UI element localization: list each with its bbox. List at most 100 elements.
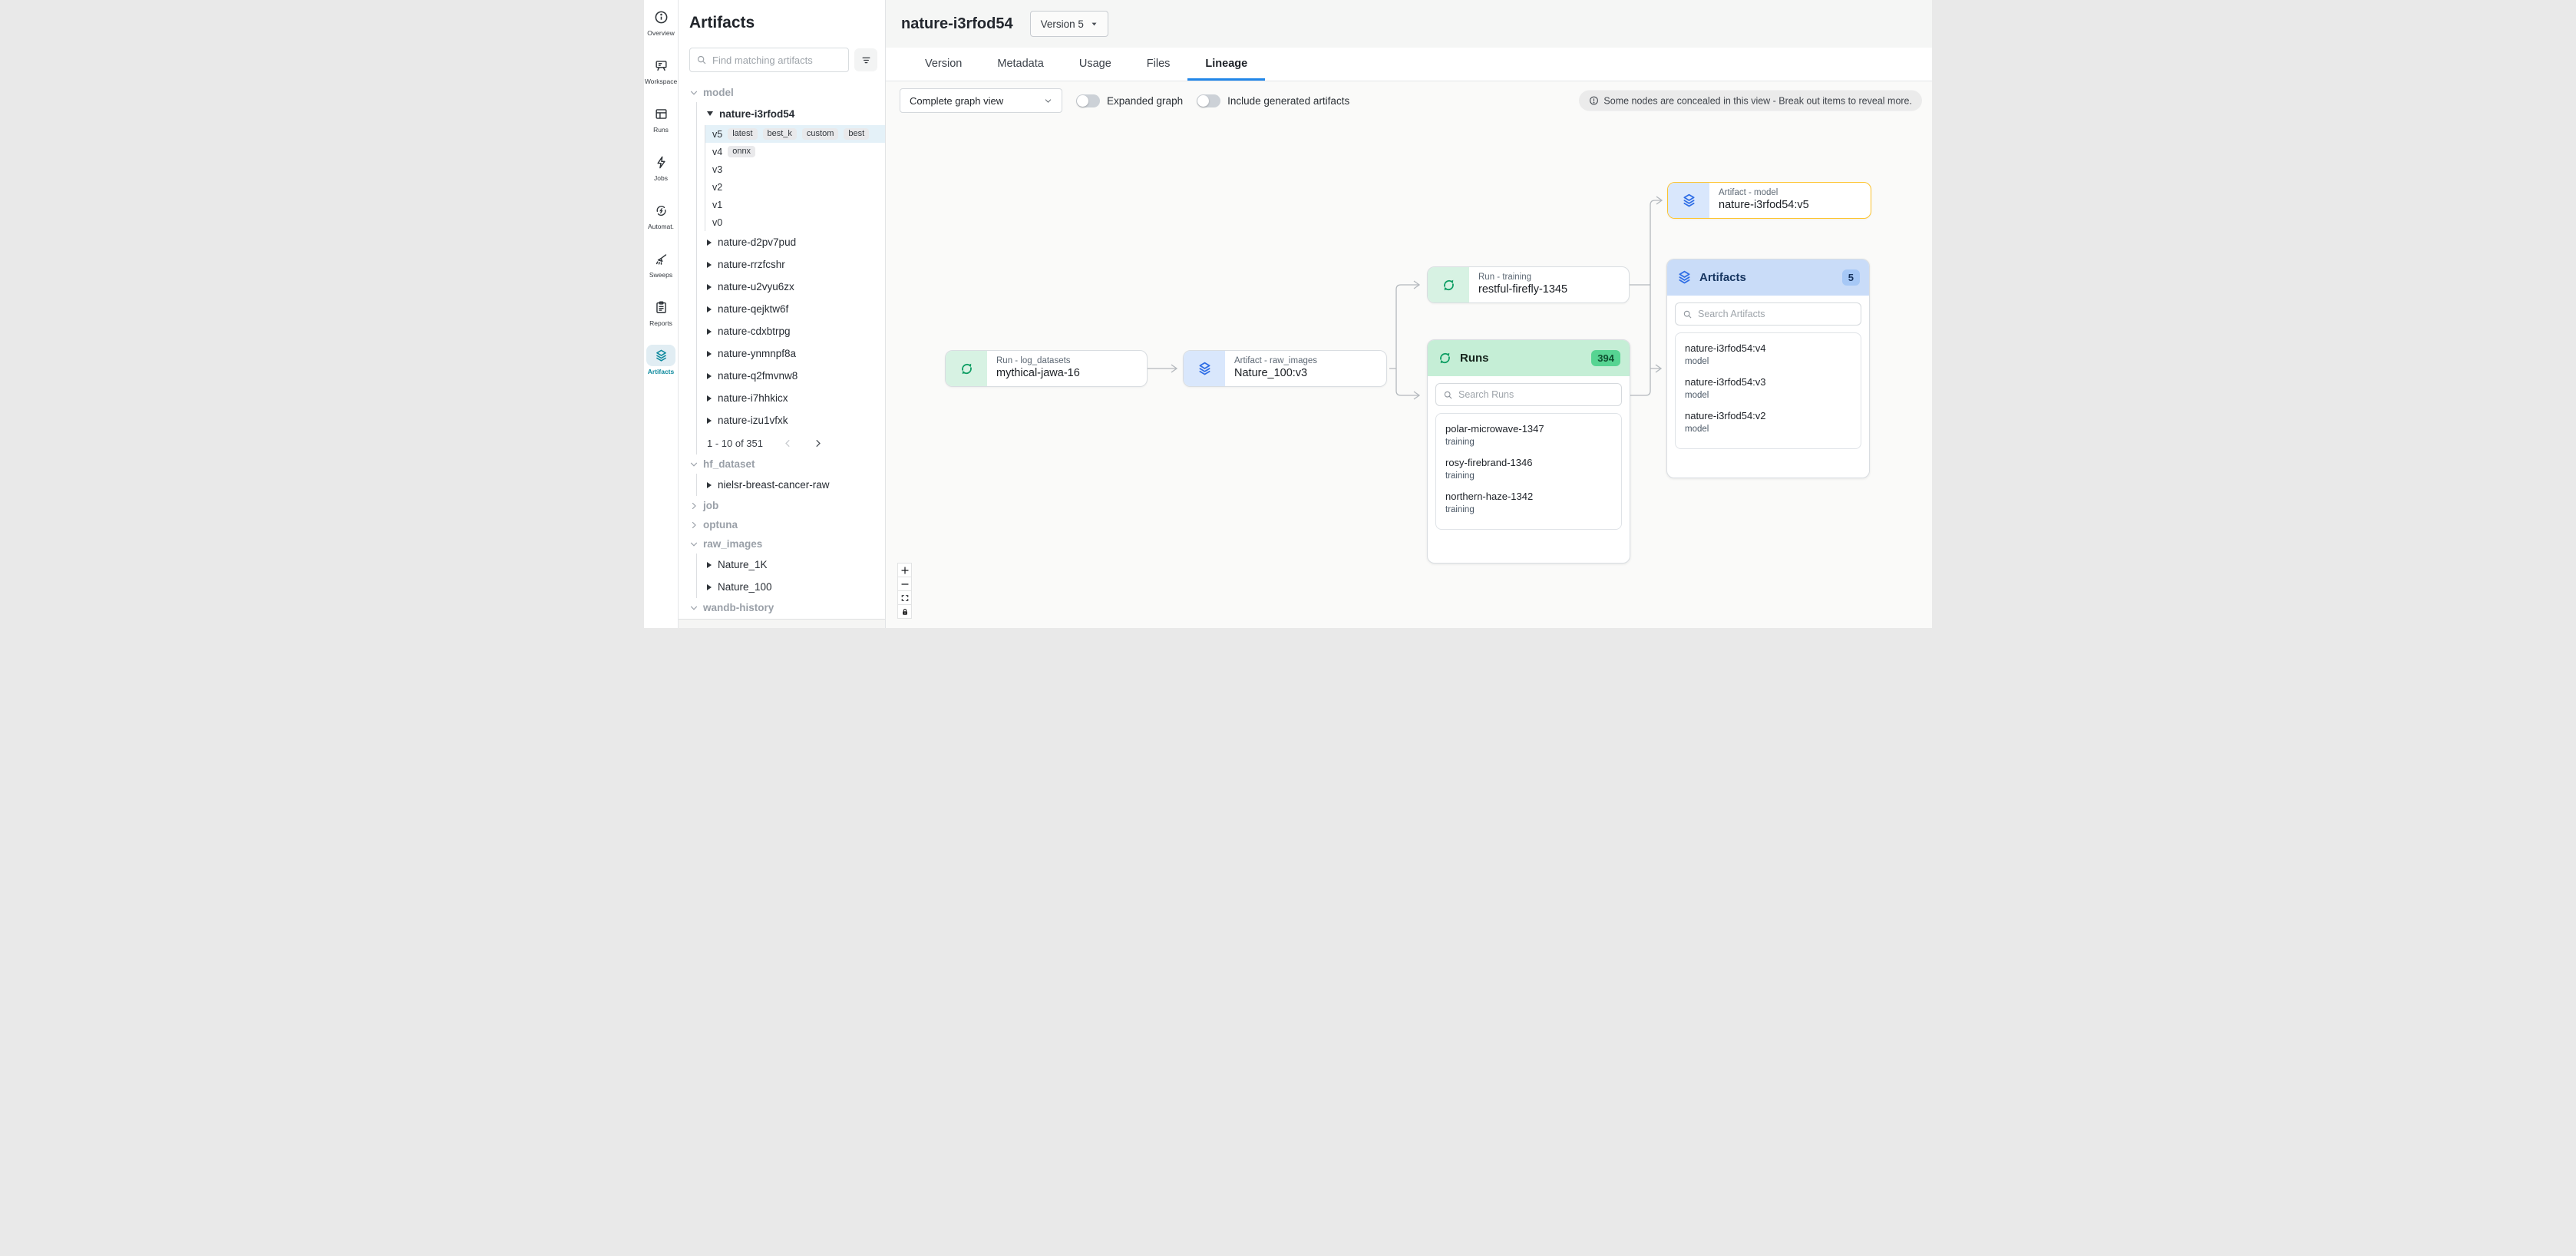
tree-artifact[interactable]: Nature_1K [697, 554, 885, 576]
rail-item-sweeps[interactable]: Sweeps [644, 248, 679, 296]
artifacts-group-panel[interactable]: Artifacts 5 nature-i3rfod54:v4 model nat… [1666, 259, 1870, 478]
tab-metadata[interactable]: Metadata [979, 48, 1061, 81]
tree-artifact[interactable]: nature-izu1vfxk [697, 409, 885, 431]
run-job-type: training [1445, 438, 1612, 447]
caret-down-icon [1091, 21, 1098, 28]
version-select-label: Version 5 [1041, 18, 1084, 30]
tree-group-label: wandb-history [703, 602, 774, 613]
rail-item-overview[interactable]: Overview [644, 6, 679, 55]
rail-item-reports[interactable]: Reports [644, 296, 679, 345]
artifact-layers-icon [1676, 269, 1693, 286]
tree-artifact-label: nature-q2fmvnw8 [718, 370, 798, 382]
version-row-v3[interactable]: v3 [705, 160, 885, 178]
version-label: v1 [712, 200, 722, 210]
node-run-log-datasets[interactable]: Run - log_datasets mythical-jawa-16 [945, 350, 1148, 387]
tree-artifact-label: Nature_100 [718, 581, 772, 593]
node-artifact-raw-images[interactable]: Artifact - raw_images Nature_100:v3 [1183, 350, 1387, 387]
caret-right-icon [707, 584, 712, 590]
tree-group-wandb-history[interactable]: wandb-history [689, 598, 885, 617]
tree-artifact[interactable]: nielsr-breast-cancer-raw [697, 474, 885, 496]
tab-lineage[interactable]: Lineage [1187, 48, 1265, 81]
tree-artifact-root[interactable]: nature-i3rfod54 [697, 102, 885, 125]
zoom-out-button[interactable] [897, 577, 912, 591]
chevron-down-icon [1044, 97, 1052, 105]
fit-view-button[interactable] [897, 590, 912, 605]
expanded-graph-toggle[interactable] [1076, 94, 1100, 107]
artifact-list-item[interactable]: nature-i3rfod54:v4 model [1685, 342, 1851, 366]
runs-search-box [1435, 383, 1622, 406]
pagination-prev-icon[interactable] [783, 438, 793, 448]
tree-artifact[interactable]: nature-qejktw6f [697, 298, 885, 320]
alert-circle-icon [1589, 96, 1599, 106]
tree-artifact-label: Nature_1K [718, 559, 768, 570]
tree-artifact[interactable]: nature-q2fmvnw8 [697, 365, 885, 387]
tree-artifact-label: nature-u2vyu6zx [718, 281, 794, 293]
chevron-down-icon [689, 540, 698, 549]
tree-group-hf-dataset[interactable]: hf_dataset [689, 454, 885, 474]
lineage-toolbar: Complete graph view Expanded graph Inclu… [886, 81, 1932, 120]
run-list-item[interactable]: rosy-firebrand-1346 training [1445, 457, 1612, 481]
runs-count-badge: 394 [1591, 350, 1620, 366]
node-run-training[interactable]: Run - training restful-firefly-1345 [1427, 266, 1630, 303]
filter-lines-icon [860, 55, 872, 66]
version-row-v1[interactable]: v1 [705, 196, 885, 213]
include-generated-toggle[interactable] [1197, 94, 1220, 107]
pagination-next-icon[interactable] [813, 438, 823, 448]
artifact-name: nature-i3rfod54:v2 [1685, 410, 1851, 421]
artifacts-count-badge: 5 [1842, 269, 1860, 286]
tree-artifact[interactable]: nature-i7hhkicx [697, 387, 885, 409]
run-icon [1437, 350, 1453, 366]
tree-group-raw-images[interactable]: raw_images [689, 534, 885, 554]
node-artifact-model[interactable]: Artifact - model nature-i3rfod54:v5 [1667, 182, 1871, 219]
artifact-list-item[interactable]: nature-i3rfod54:v3 model [1685, 376, 1851, 400]
graph-view-select[interactable]: Complete graph view [900, 88, 1062, 113]
lock-button[interactable] [897, 604, 912, 619]
tree-group-optuna[interactable]: optuna [689, 515, 885, 534]
version-tag: custom [802, 128, 838, 140]
tree-artifact[interactable]: nature-u2vyu6zx [697, 276, 885, 298]
rail-item-runs[interactable]: Runs [644, 103, 679, 151]
rail-item-artifacts[interactable]: Artifacts [644, 345, 679, 393]
rail-item-jobs[interactable]: Jobs [644, 151, 679, 200]
tree-group-model[interactable]: model [689, 83, 885, 102]
version-row-v2[interactable]: v2 [705, 178, 885, 196]
tree-artifact[interactable]: nature-rrzfcshr [697, 253, 885, 276]
artifact-list-item[interactable]: nature-i3rfod54:v2 model [1685, 410, 1851, 434]
tab-usage[interactable]: Usage [1062, 48, 1129, 81]
tree-artifact[interactable]: nature-cdxbtrpg [697, 320, 885, 342]
rail-item-automations[interactable]: Automat. [644, 200, 679, 248]
caret-right-icon [707, 351, 712, 357]
rail-item-label: Automat. [648, 223, 674, 230]
run-list-item[interactable]: northern-haze-1342 training [1445, 491, 1612, 514]
artifacts-search-box [1675, 302, 1861, 326]
artifact-type: model [1685, 357, 1851, 366]
tree-artifact-label: nature-qejktw6f [718, 303, 788, 315]
zoom-in-button[interactable] [897, 563, 912, 577]
tree-group-job[interactable]: job [689, 496, 885, 515]
run-name: northern-haze-1342 [1445, 491, 1612, 502]
rail-item-label: Jobs [654, 174, 668, 182]
runs-search-input[interactable] [1458, 389, 1614, 400]
tab-version[interactable]: Version [907, 48, 979, 81]
tab-files[interactable]: Files [1129, 48, 1188, 81]
rail-item-label: Runs [653, 126, 669, 134]
run-list-item[interactable]: polar-microwave-1347 training [1445, 423, 1612, 447]
version-select-button[interactable]: Version 5 [1030, 11, 1108, 37]
pagination-label: 1 - 10 of 351 [707, 438, 763, 449]
artifact-search-input[interactable] [712, 55, 842, 66]
version-row-v0[interactable]: v0 [705, 213, 885, 231]
include-generated-toggle-wrap: Include generated artifacts [1197, 94, 1349, 107]
artifact-layers-icon [1184, 351, 1225, 386]
version-row-v4[interactable]: v4 onnx [705, 143, 885, 160]
sidebar-scrollbar[interactable] [679, 619, 885, 628]
chevron-right-icon [689, 521, 698, 530]
chevron-down-icon [689, 88, 698, 98]
tree-artifact[interactable]: nature-ynmnpf8a [697, 342, 885, 365]
version-row-v5[interactable]: v5 latest best_k custom best [705, 125, 885, 143]
rail-item-workspace[interactable]: Workspace [644, 55, 679, 103]
artifacts-search-input[interactable] [1698, 309, 1854, 319]
runs-group-panel[interactable]: Runs 394 polar-microwave-1347 training r… [1427, 339, 1630, 564]
filter-button[interactable] [854, 48, 877, 71]
tree-artifact[interactable]: Nature_100 [697, 576, 885, 598]
tree-artifact[interactable]: nature-d2pv7pud [697, 231, 885, 253]
